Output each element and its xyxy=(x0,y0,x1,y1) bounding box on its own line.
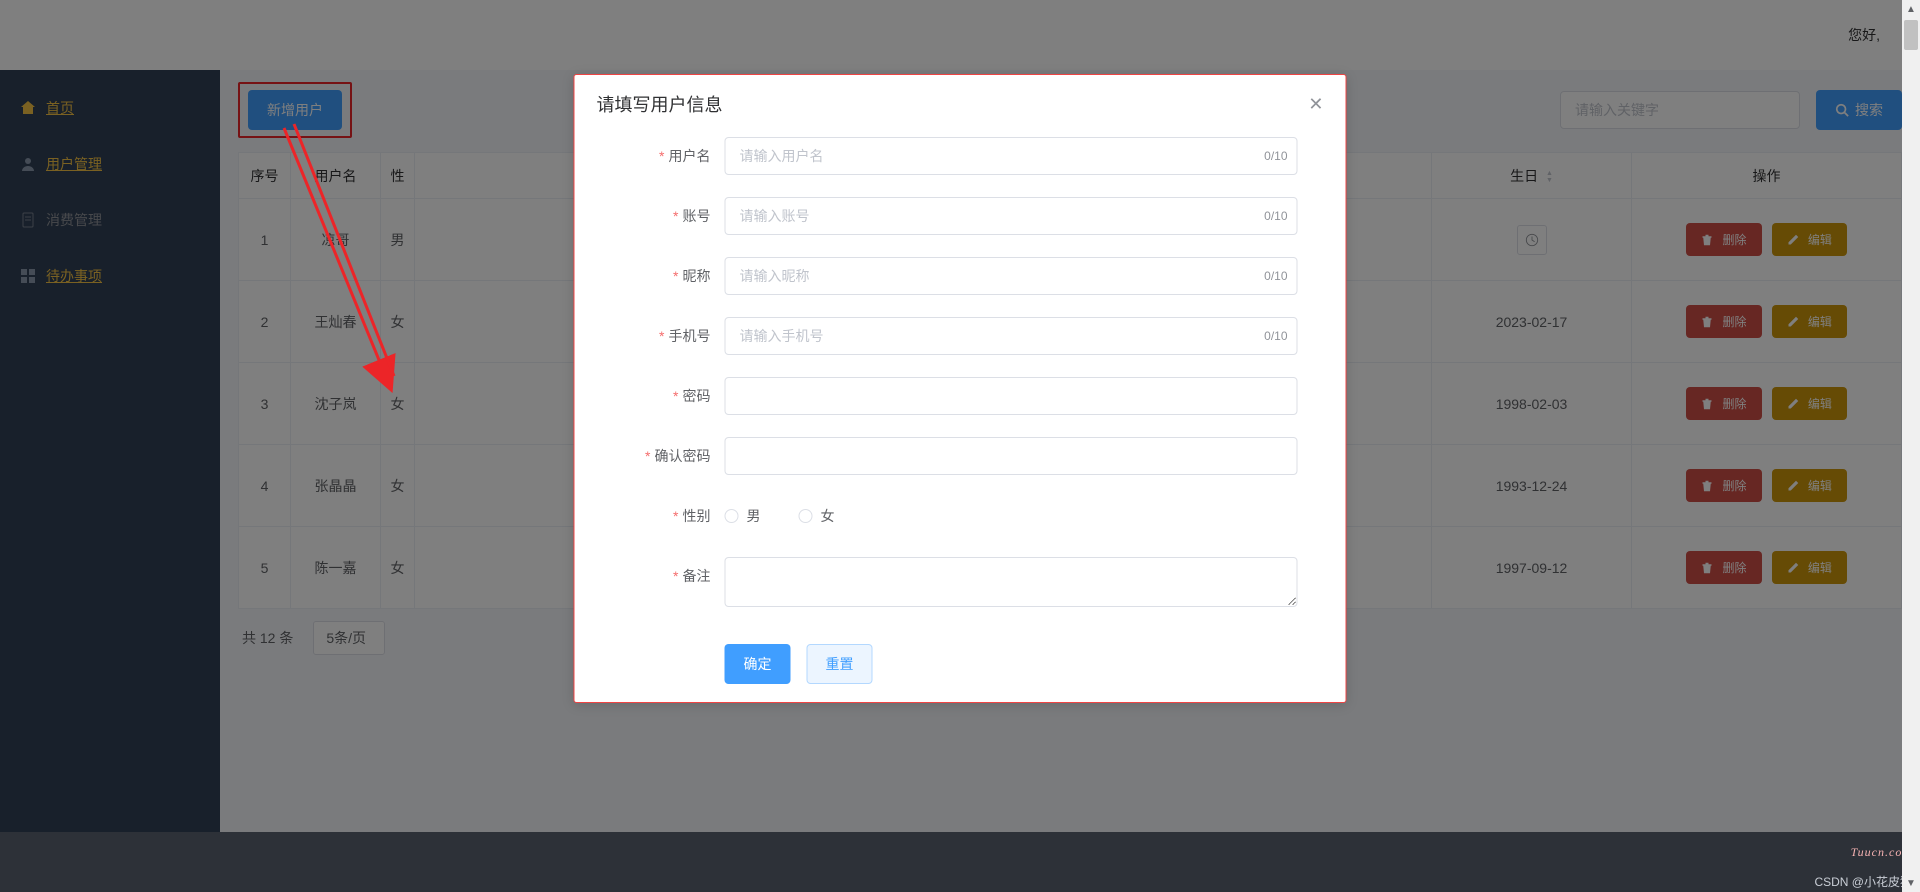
radio-female[interactable]: 女 xyxy=(799,506,835,526)
phone-input[interactable] xyxy=(725,317,1298,355)
confirm-button[interactable]: 确定 xyxy=(725,644,791,684)
radio-male-label: 男 xyxy=(747,506,761,526)
radio-icon xyxy=(725,509,739,523)
label-account: 账号 xyxy=(683,208,711,224)
label-sex: 性别 xyxy=(683,508,711,524)
dialog-close-button[interactable]: ✕ xyxy=(1308,95,1323,113)
scroll-thumb[interactable] xyxy=(1904,20,1918,50)
radio-icon xyxy=(799,509,813,523)
reset-button[interactable]: 重置 xyxy=(807,644,873,684)
label-nickname: 昵称 xyxy=(683,268,711,284)
remark-textarea[interactable] xyxy=(725,557,1298,607)
user-form-dialog: 请填写用户信息 ✕ *用户名 0/10 *账号 0/10 *昵 xyxy=(574,74,1347,703)
confirm-password-input[interactable] xyxy=(725,437,1298,475)
phone-count: 0/10 xyxy=(1264,317,1287,355)
nickname-input[interactable] xyxy=(725,257,1298,295)
nickname-count: 0/10 xyxy=(1264,257,1287,295)
password-input[interactable] xyxy=(725,377,1298,415)
scroll-down-button[interactable]: ▼ xyxy=(1902,874,1920,892)
label-phone: 手机号 xyxy=(669,328,711,344)
scroll-up-button[interactable]: ▲ xyxy=(1902,0,1920,18)
close-icon: ✕ xyxy=(1308,94,1323,114)
username-input[interactable] xyxy=(725,137,1298,175)
label-remark: 备注 xyxy=(683,568,711,584)
dialog-title: 请填写用户信息 xyxy=(597,91,723,117)
account-input[interactable] xyxy=(725,197,1298,235)
radio-male[interactable]: 男 xyxy=(725,506,761,526)
radio-female-label: 女 xyxy=(821,506,835,526)
label-password: 密码 xyxy=(683,388,711,404)
scroll-track[interactable] xyxy=(1902,18,1920,874)
label-username: 用户名 xyxy=(669,148,711,164)
username-count: 0/10 xyxy=(1264,137,1287,175)
watermark-csdn: CSDN @小花皮猪 xyxy=(1814,873,1912,890)
vertical-scrollbar[interactable]: ▲ ▼ xyxy=(1902,0,1920,892)
sex-radio-group: 男 女 xyxy=(725,497,1298,535)
account-count: 0/10 xyxy=(1264,197,1287,235)
label-confirm: 确认密码 xyxy=(655,448,711,464)
